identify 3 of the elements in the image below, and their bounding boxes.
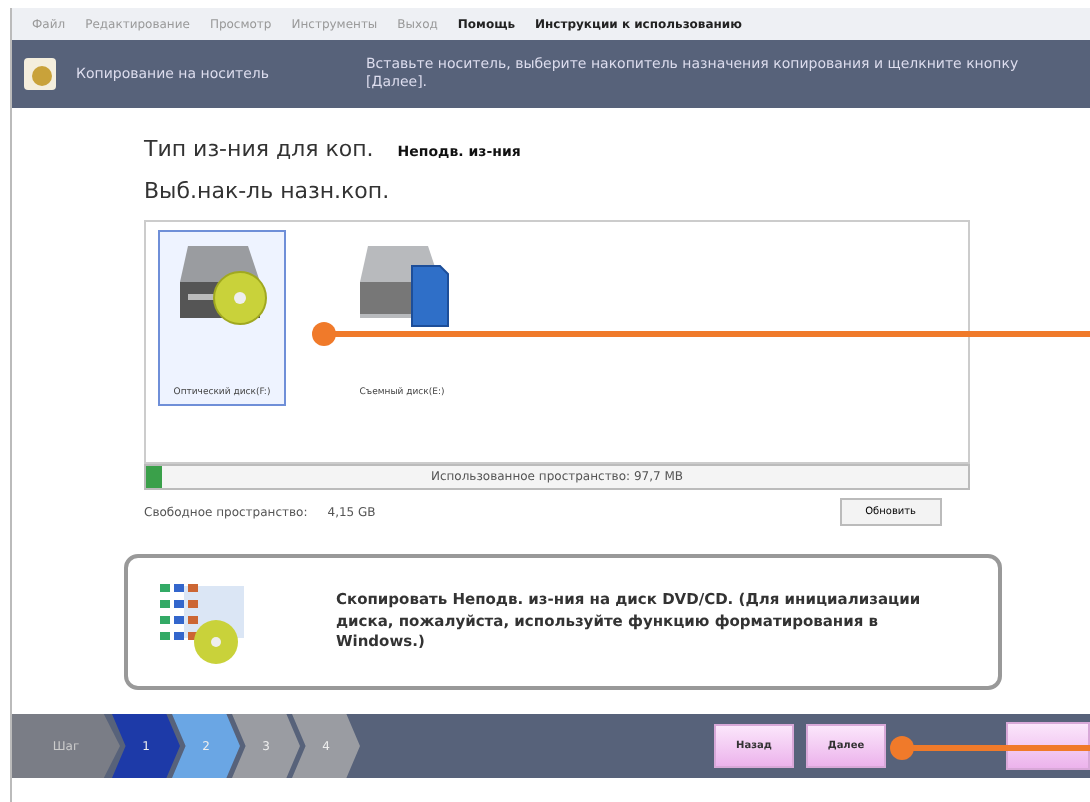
media-type-label: Тип из-ния для коп. — [144, 136, 374, 162]
app-icon — [24, 58, 56, 90]
drive-prompt: Выб.нак-ль назн.коп. — [144, 178, 390, 204]
